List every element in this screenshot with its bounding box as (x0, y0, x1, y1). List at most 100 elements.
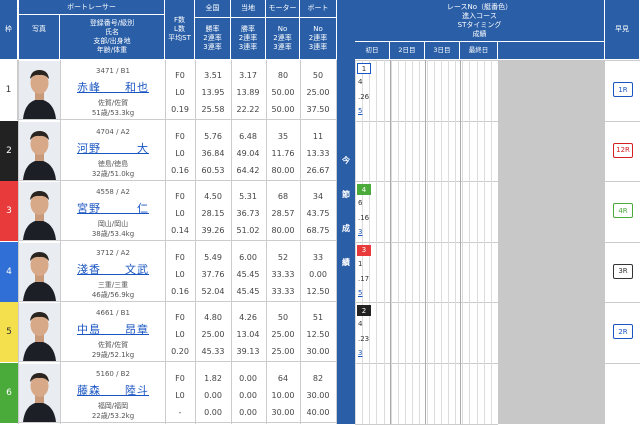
racer-photo (19, 121, 60, 180)
grid-line (355, 60, 356, 424)
racer-branch: 岡山/岡山 (97, 220, 129, 229)
touchi-value: 22.22 (236, 105, 260, 114)
touchi-value: 51.02 (236, 226, 260, 236)
racer-registration: 4661 / B1 (96, 309, 130, 318)
racer-name-link[interactable]: 宮野 仁 (62, 200, 164, 216)
touchi-value: 36.73 (236, 209, 260, 219)
motor-value: 25.00 (271, 347, 295, 357)
race-result-link[interactable]: 5 (358, 289, 362, 297)
hayami-race-button[interactable]: 3R (613, 263, 633, 279)
hayami-race-button[interactable]: 4R (613, 203, 633, 219)
race-lane-badge: 2 (357, 305, 371, 317)
hayami-column: 早見 1R 12R 4R 3R 2R (605, 0, 640, 424)
grid-line (605, 60, 640, 61)
entry-course: 4 (358, 320, 363, 329)
day-header: 最終日 (460, 42, 498, 60)
st-value: 0.16 (171, 286, 189, 296)
st-header-line: L数 (174, 25, 185, 33)
racer-photo (19, 303, 60, 362)
race-lane-badge: 4 (357, 184, 371, 196)
boat-value: 30.00 (306, 391, 330, 400)
touchi-header: 当地 (231, 0, 266, 18)
grid-line (469, 60, 471, 424)
racer-name-link[interactable]: 赤峰 和也 (62, 79, 164, 95)
st-value: - (178, 408, 182, 417)
racer-registration: 3471 / B1 (96, 67, 130, 75)
grid-line (605, 302, 640, 304)
race-lane-badge: 1 (357, 63, 371, 74)
racer-registration: 4704 / A2 (96, 127, 130, 136)
st-timing: .16 (358, 214, 370, 223)
race-info-header-line: STタイミング (457, 20, 502, 29)
race-info-header-line: レースNo（艇番色） (446, 2, 513, 11)
hayami-race-button[interactable]: 2R (613, 324, 633, 340)
racer-photo (19, 364, 60, 422)
hayami-race-button[interactable]: 1R (613, 82, 633, 97)
grid-line (605, 181, 640, 183)
st-value: F0 (175, 71, 185, 80)
st-value: F0 (175, 374, 185, 383)
boat-subheader: No 2連率 3連率 (300, 18, 337, 60)
entry-course: 4 (358, 78, 363, 86)
racer-list: 枠写真 ボートレーサー 登録番号/級別 氏名 支部/出身地 年齢/体重 F数 L数 平均ST 全国… (0, 0, 337, 424)
touchi-value: 64.42 (236, 165, 260, 175)
zenkoku-subheader: 勝率 2連率 3連率 (195, 18, 231, 60)
grid-line (300, 60, 301, 424)
race-result-link[interactable]: 3 (358, 228, 362, 236)
racer-name-link[interactable]: 淺香 文武 (62, 261, 164, 277)
boat-value: 12.50 (306, 286, 330, 296)
motor-value: 10.00 (271, 391, 295, 400)
touchi-value: 13.04 (236, 330, 260, 340)
grid-line (195, 60, 196, 424)
touchi-value: 4.26 (239, 313, 257, 323)
racer-name-link[interactable]: 河野 大 (62, 140, 164, 156)
zenkoku-value: 36.84 (201, 148, 225, 158)
racer-name-link[interactable]: 中島 昂章 (62, 321, 164, 337)
this-meet-results-label: 今節成績 (337, 0, 355, 424)
st-value: F0 (175, 192, 185, 202)
race-result-link[interactable]: 3 (358, 349, 362, 357)
st-value: L0 (175, 209, 185, 219)
race-result-link[interactable]: 5 (358, 107, 362, 115)
zenkoku-value: 0.00 (204, 408, 222, 417)
grid-line (460, 60, 461, 424)
touchi-subheader-line: 2連率 (238, 34, 258, 42)
mid-label-char: 成 (342, 224, 350, 233)
racer-info-header-line: 支部/出身地 (93, 37, 131, 45)
motor-header: モーター (266, 0, 300, 18)
racer-row: 3 4558 / A2 宮野 仁岡山/岡山 38歳/53.4kg F0 L0 0.14 4.5… (0, 181, 337, 242)
grid-line (231, 60, 232, 424)
st-header-line: 平均ST (168, 34, 191, 42)
racer-info-header: 登録番号/級別 氏名 支部/出身地 年齢/体重 (60, 15, 165, 60)
st-value: 0.20 (171, 347, 189, 357)
racer-row: 2 4704 / A2 河野 大徳島/徳島 32歳/51.0kg F0 L0 0.16 5.7… (0, 120, 337, 181)
st-timing: .17 (358, 274, 370, 283)
touchi-subheader-line: 勝率 (241, 25, 255, 33)
racer-info-header-line: 氏名 (105, 28, 119, 36)
motor-value: 80.00 (271, 226, 295, 236)
boat-header: ボート (300, 0, 337, 18)
zenkoku-value: 45.33 (201, 347, 225, 357)
grid-line (476, 60, 478, 424)
st-value: F0 (175, 313, 185, 323)
waku-number: 3 (0, 181, 18, 242)
boat-value: 30.00 (306, 347, 330, 357)
grid-line (425, 60, 426, 424)
mid-label-char: 節 (342, 190, 350, 199)
boat-value: 12.50 (306, 330, 330, 340)
touchi-value: 13.89 (236, 88, 260, 97)
boat-value: 33 (312, 252, 324, 262)
grid-line (433, 60, 435, 424)
day-header: 初日 (355, 42, 390, 60)
racer-registration: 4558 / A2 (96, 188, 130, 197)
motor-value: 30.00 (271, 408, 295, 417)
day-header: 3日目 (425, 42, 460, 60)
grid-line (447, 60, 449, 424)
hayami-race-button[interactable]: 12R (613, 142, 633, 158)
waku-number: 2 (0, 120, 18, 181)
racer-name-link[interactable]: 藤森 陸斗 (62, 382, 164, 398)
motor-value: 64 (277, 374, 289, 383)
motor-value: 33.33 (271, 269, 295, 279)
touchi-subheader-line: 3連率 (238, 43, 258, 51)
boat-value: 37.50 (306, 105, 330, 114)
